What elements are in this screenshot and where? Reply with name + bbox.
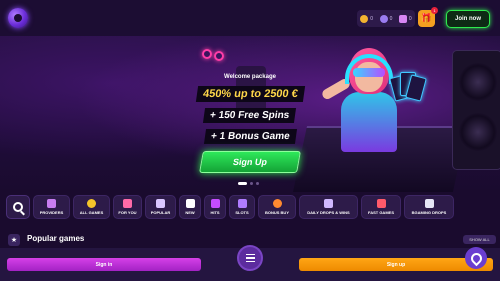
promo-free-spins-line: + 150 Free Spins — [203, 108, 297, 123]
category-all-games[interactable]: ALL GAMES — [73, 195, 110, 219]
search-icon — [13, 202, 23, 212]
carousel-dot[interactable] — [256, 182, 259, 185]
promo-bonus-line: 450% up to 2500 € — [195, 86, 305, 102]
rocket-icon — [376, 199, 386, 208]
ticket-balance: 0 — [398, 14, 412, 23]
hero-sign-up-button[interactable]: Sign Up — [199, 151, 301, 173]
gift-button[interactable]: 🎁 1 — [418, 7, 438, 27]
promo-bonus-game-line: + 1 Bonus Game — [203, 129, 297, 144]
ticket-balance-value: 0 — [408, 15, 412, 22]
category-hits[interactable]: HITS — [204, 195, 226, 219]
promo-text: Welcome package 450% up to 2500 € + 150 … — [190, 74, 310, 147]
slot-machine-icon — [237, 199, 247, 208]
b-letter-icon — [424, 199, 434, 208]
category-bonus-buy[interactable]: BONUS BUY — [258, 195, 296, 219]
sign-up-button[interactable]: Sign up — [299, 258, 493, 271]
category-popular[interactable]: POPULAR — [145, 195, 176, 219]
category-for-you[interactable]: FOR YOU — [113, 195, 142, 219]
slot-icon — [210, 199, 220, 208]
promo-subtitle: Welcome package — [224, 74, 276, 80]
star-icon — [156, 199, 165, 208]
ball-icon — [272, 199, 282, 208]
carousel-dots — [238, 182, 259, 185]
category-new[interactable]: NEW — [179, 195, 201, 219]
menu-button[interactable] — [237, 245, 263, 271]
carousel-dot[interactable] — [250, 182, 253, 185]
star-icon: ★ — [8, 234, 20, 246]
support-chat-button[interactable] — [465, 247, 487, 269]
speaker-graphic — [452, 50, 500, 170]
category-daily-drops-wins[interactable]: DAILY DROPS & WINS — [299, 195, 358, 219]
carousel-dot[interactable] — [238, 182, 247, 185]
music-note-icon — [123, 199, 132, 208]
section-title: Popular games — [27, 234, 85, 243]
search-button[interactable] — [6, 195, 30, 219]
gift-badge: 1 — [431, 7, 438, 14]
bottom-action-bar: Sign in Sign up — [0, 245, 500, 281]
coin-balance-value: 0 — [370, 15, 374, 22]
category-fast-games[interactable]: FAST GAMES — [361, 195, 401, 219]
sign-in-button[interactable]: Sign in — [7, 258, 201, 271]
playing-cards-graphic — [389, 72, 427, 106]
balance-panel[interactable]: 0 0 0 — [357, 10, 415, 27]
ticket-icon — [398, 14, 407, 23]
join-now-button[interactable]: Join now — [446, 10, 490, 28]
category-bar: PROVIDERS ALL GAMES FOR YOU POPULAR NEW … — [0, 193, 500, 221]
category-providers[interactable]: PROVIDERS — [33, 195, 70, 219]
coin-icon — [360, 14, 369, 23]
top-header: 0 0 0 🎁 1 Join now — [0, 0, 500, 36]
gem-balance: 0 — [379, 14, 393, 23]
show-all-button[interactable]: SHOW ALL — [463, 235, 496, 244]
flag-icon — [47, 199, 56, 208]
sparkle-icon — [185, 199, 195, 208]
menu-icon — [245, 253, 255, 256]
smiley-icon — [87, 199, 96, 208]
coin-balance: 0 — [360, 14, 374, 23]
category-bgaming-drops[interactable]: BGAMING DROPS — [404, 195, 454, 219]
hero-banner[interactable]: Welcome package 450% up to 2500 € + 150 … — [0, 36, 500, 192]
category-slots[interactable]: SLOTS — [229, 195, 255, 219]
logo[interactable] — [8, 8, 28, 28]
drops-icon — [324, 199, 333, 208]
gift-icon: 🎁 — [420, 13, 433, 23]
gem-balance-value: 0 — [389, 15, 393, 22]
neon-cherry-icon — [200, 39, 230, 63]
gem-icon — [379, 14, 388, 23]
